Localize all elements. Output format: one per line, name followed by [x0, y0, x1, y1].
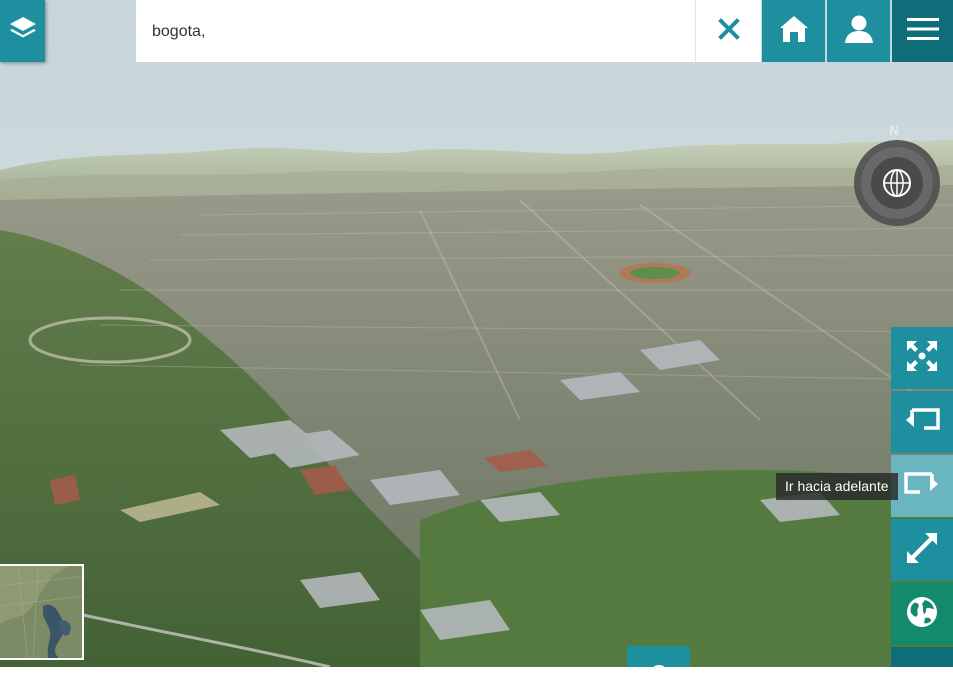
- clear-search-button[interactable]: [696, 0, 761, 62]
- overview-map-image: [0, 566, 82, 658]
- forward-arrow-icon: [904, 470, 940, 503]
- aerial-terrain-scene: [0, 0, 953, 667]
- fullscreen-button[interactable]: [891, 327, 953, 389]
- location-pin-icon: [649, 660, 669, 678]
- layers-button[interactable]: [0, 0, 45, 62]
- tooltip-forward: Ir hacia adelante: [776, 473, 898, 500]
- globe-view-button[interactable]: [891, 583, 953, 645]
- overview-map[interactable]: [0, 564, 84, 660]
- home-button[interactable]: [762, 0, 825, 62]
- globe-icon: [905, 595, 939, 634]
- search-input[interactable]: [150, 16, 674, 48]
- home-icon: [778, 13, 810, 50]
- compass-widget[interactable]: N: [852, 120, 942, 230]
- user-button[interactable]: [827, 0, 890, 62]
- close-icon: [717, 17, 740, 45]
- locate-button[interactable]: [627, 646, 690, 678]
- back-arrow-icon: [904, 406, 940, 439]
- more-tools-button[interactable]: [891, 647, 953, 667]
- hamburger-menu-icon: [906, 16, 939, 47]
- search-box: [136, 0, 696, 62]
- user-icon: [843, 13, 875, 50]
- expand-button[interactable]: [891, 519, 953, 581]
- layers-icon: [8, 14, 38, 49]
- side-toolbar: [891, 327, 953, 669]
- forward-button[interactable]: [891, 455, 953, 517]
- menu-button[interactable]: [892, 0, 953, 62]
- expand-icon: [905, 531, 939, 570]
- compass-north-label: N: [889, 122, 899, 138]
- map-view[interactable]: [0, 0, 953, 667]
- back-button[interactable]: [891, 391, 953, 453]
- fullscreen-icon: [905, 339, 939, 378]
- globe-orbit-icon: [883, 169, 911, 197]
